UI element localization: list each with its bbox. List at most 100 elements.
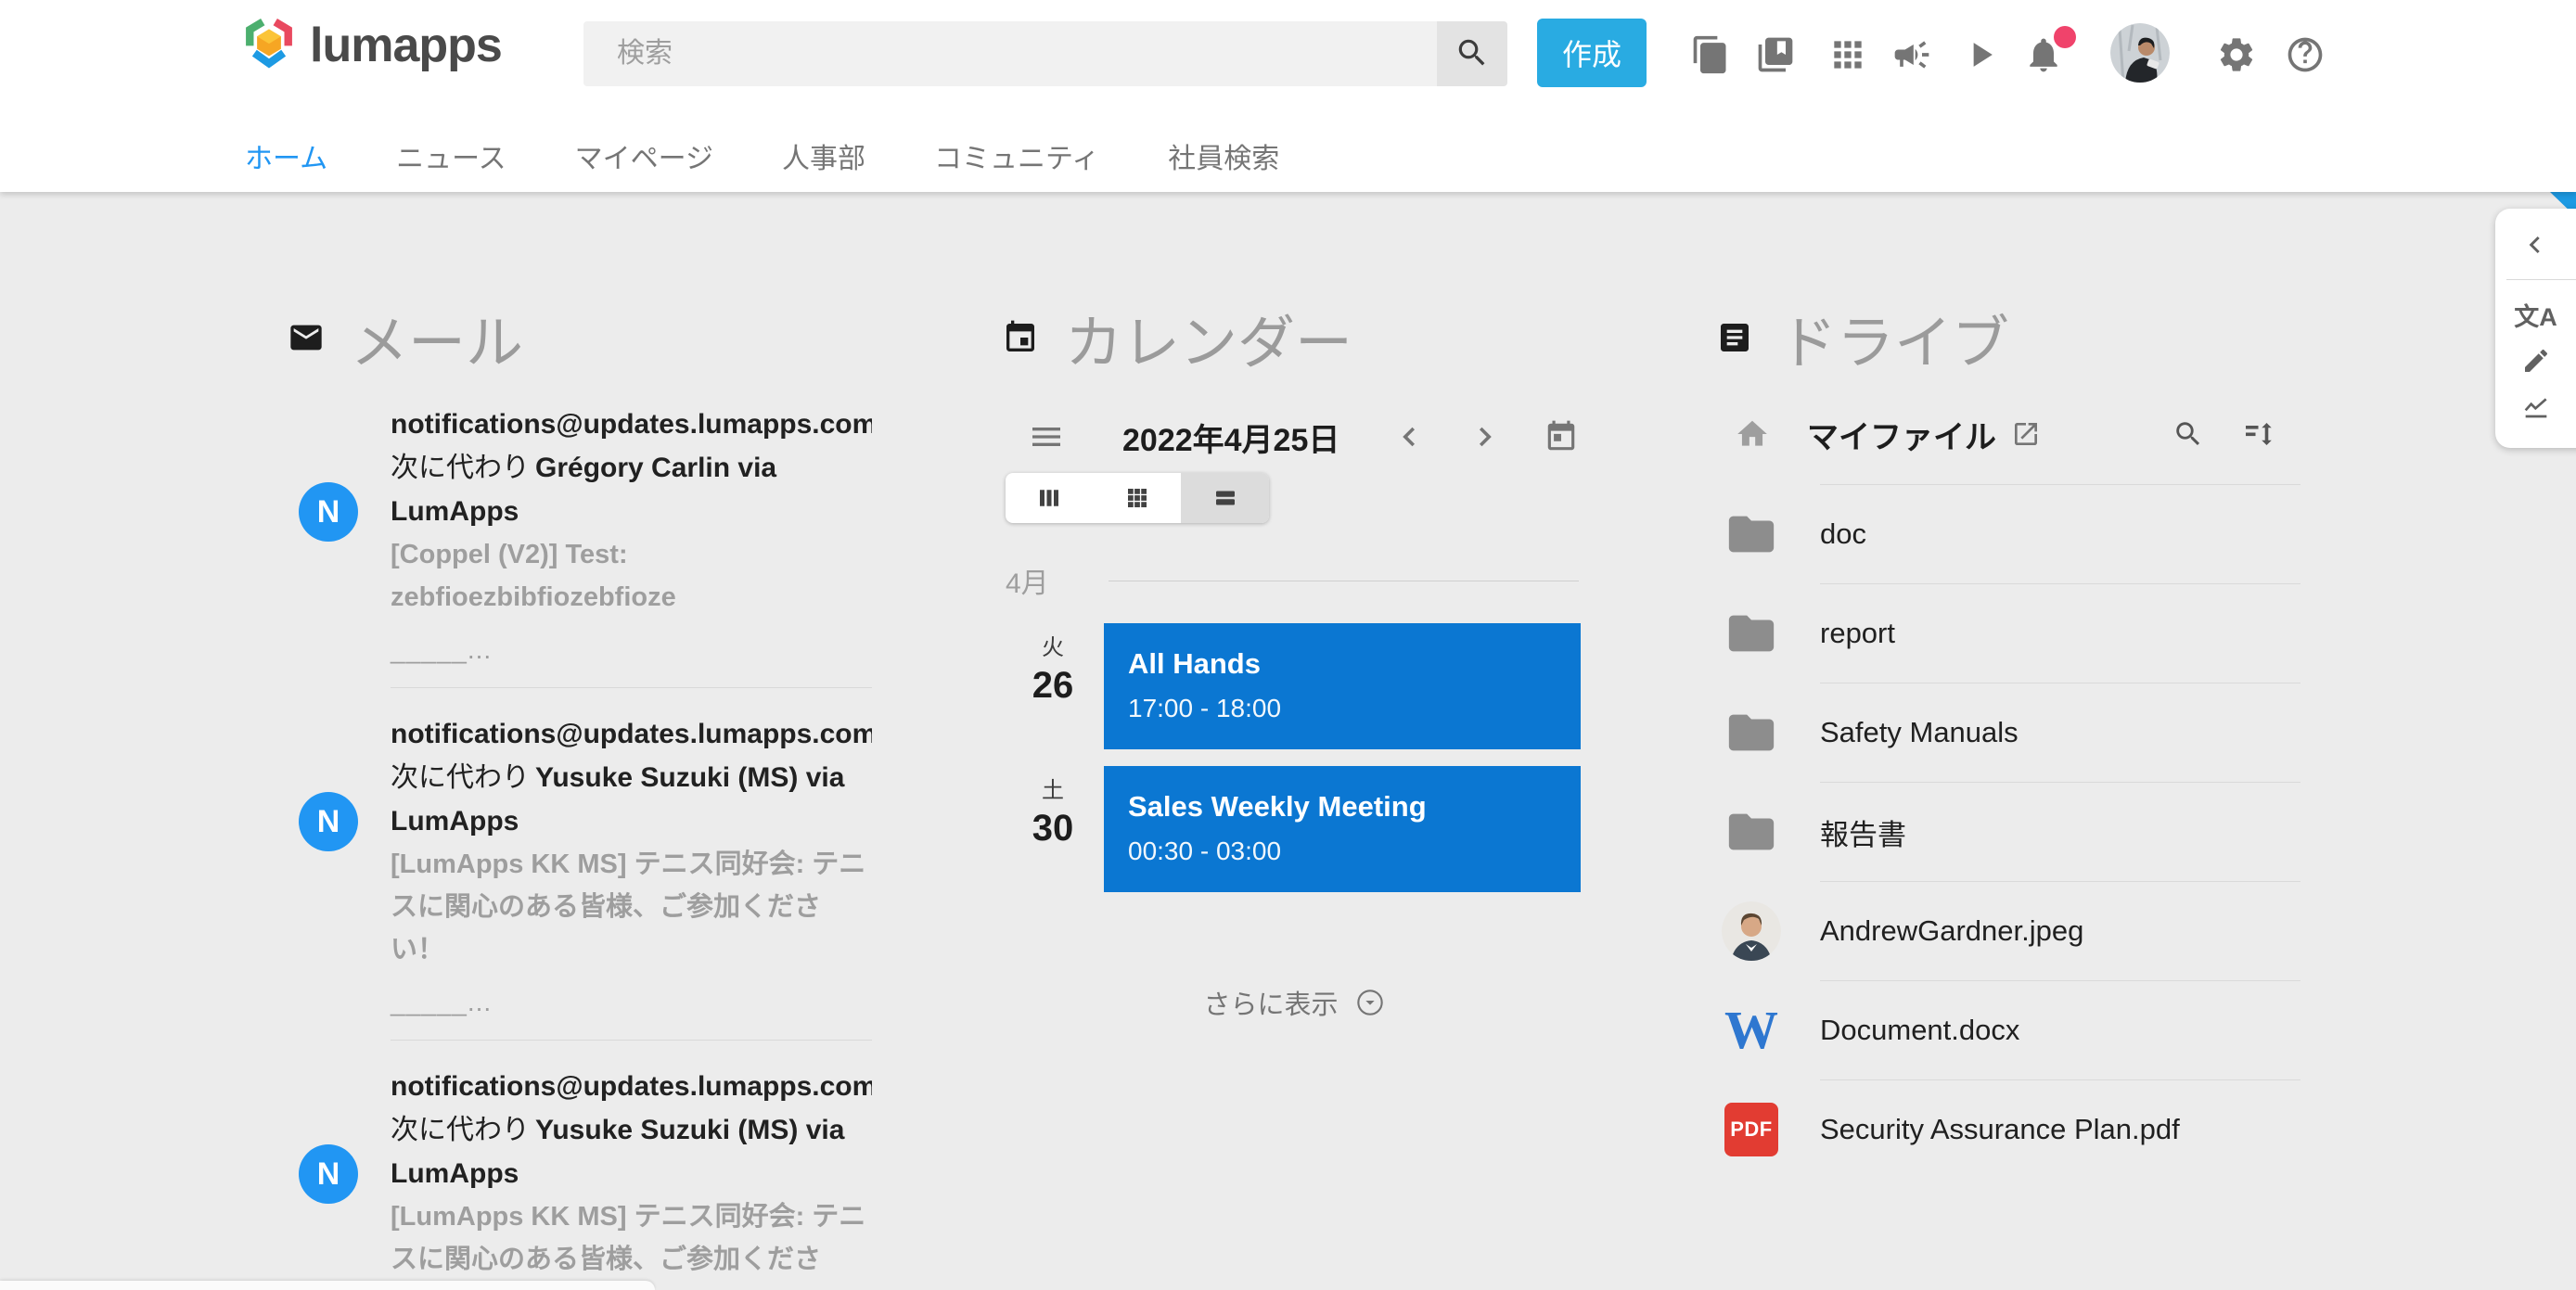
user-avatar[interactable] [2110, 23, 2170, 83]
mail-list-item[interactable]: N notifications@updates.lumapps.com 次に代わ… [288, 402, 872, 665]
word-file-icon: W [1722, 1001, 1781, 1060]
mail-list: N notifications@updates.lumapps.com 次に代わ… [288, 402, 872, 1290]
collapse-chevron-left-icon[interactable] [2495, 222, 2576, 268]
notification-badge [2054, 26, 2076, 48]
lumapps-logo[interactable]: lumapps [243, 15, 502, 75]
settings-gear-icon[interactable] [2215, 33, 2258, 76]
month-label: 4月 [1006, 560, 1049, 601]
create-button[interactable]: 作成 [1537, 19, 1647, 87]
folder-name: 報告書 [1820, 811, 1906, 853]
image-thumbnail [1722, 901, 1781, 961]
calendar-widget-header: カレンダー [1002, 304, 1586, 371]
side-toolbar: 文A [2495, 209, 2576, 448]
view-month-button[interactable] [1094, 473, 1182, 523]
lumapps-home-page: lumapps 作成 [0, 0, 2576, 1290]
mail-list-item[interactable]: N notifications@updates.lumapps.com 次に代わ… [288, 1065, 872, 1290]
top-header: lumapps 作成 [0, 0, 2576, 192]
folder-icon [1722, 802, 1781, 862]
calendar-event[interactable]: All Hands 17:00 - 18:00 [1104, 623, 1581, 749]
calendar-icon [1002, 319, 1039, 356]
sort-icon[interactable] [2243, 417, 2276, 451]
calendar-current-date: 2022年4月25日 [1122, 415, 1339, 460]
sender-name: 次に代わりYusuke Suzuki (MS) via LumApps [391, 756, 872, 843]
play-icon[interactable] [1959, 33, 2002, 76]
nav-tab-mypage[interactable]: マイページ [575, 135, 713, 176]
mail-snippet: _____... [391, 988, 872, 1017]
drive-folder-row[interactable]: Safety Manuals [1716, 683, 2300, 782]
nav-tab-news[interactable]: ニュース [396, 135, 506, 176]
pdf-file-icon: PDF [1722, 1100, 1781, 1159]
nav-tab-community[interactable]: コミュニティ [934, 135, 1099, 176]
divider [391, 1040, 872, 1041]
calendar-event[interactable]: Sales Weekly Meeting 00:30 - 03:00 [1104, 766, 1581, 892]
nav-tab-hr[interactable]: 人事部 [782, 135, 865, 176]
sender-name: 次に代わりGrégory Carlin via LumApps [391, 446, 872, 533]
folder-name: Safety Manuals [1820, 716, 2019, 749]
sender-email: notifications@updates.lumapps.com [391, 1065, 872, 1108]
home-icon[interactable] [1735, 416, 1770, 452]
mail-snippet: _____... [391, 635, 872, 665]
folder-name: report [1820, 617, 1895, 650]
calendar-day-label: 火 26 [1002, 623, 1104, 749]
sender-avatar: N [299, 1144, 358, 1204]
drive-widget-header: ドライブ [1716, 304, 2300, 371]
global-search [583, 21, 1507, 86]
date-picker-icon[interactable] [1544, 419, 1579, 454]
folder-icon [1722, 505, 1781, 564]
mail-item-body: notifications@updates.lumapps.com 次に代わりY… [391, 1065, 872, 1290]
mail-subject: [LumApps KK MS] テニス同好会: テニスに関心のある皆様、ご参加く… [391, 843, 872, 971]
search-button[interactable] [1437, 21, 1507, 86]
file-name: Security Assurance Plan.pdf [1820, 1113, 2180, 1146]
open-in-new-icon[interactable] [2011, 419, 2041, 449]
sender-avatar: N [299, 482, 358, 542]
mail-widget-title: メール [351, 296, 523, 379]
drive-folder-row[interactable]: doc [1716, 485, 2300, 583]
main-navigation: ホーム ニュース マイページ 人事部 コミュニティ 社員検索 [245, 135, 1279, 176]
calendar-day-row: 土 30 Sales Weekly Meeting 00:30 - 03:00 [1002, 766, 1586, 892]
drive-search-icon[interactable] [2172, 418, 2204, 450]
library-bookmark-icon[interactable] [1754, 33, 1797, 76]
drive-file-row[interactable]: PDF Security Assurance Plan.pdf [1716, 1080, 2300, 1179]
calendar-widget: カレンダー 2022年4月25日 [1002, 192, 1586, 1022]
drive-document-icon [1716, 319, 1753, 356]
mail-item-body: notifications@updates.lumapps.com 次に代わりG… [391, 402, 872, 665]
edit-pencil-icon[interactable] [2495, 338, 2576, 384]
horizontal-scrollbar[interactable] [0, 1281, 655, 1290]
drive-folder-row[interactable]: report [1716, 584, 2300, 683]
file-name: AndrewGardner.jpeg [1820, 914, 2083, 948]
view-agenda-button[interactable] [1181, 473, 1269, 523]
megaphone-icon[interactable] [1890, 33, 1933, 76]
lumapps-logo-text: lumapps [310, 18, 502, 73]
view-week-button[interactable] [1006, 473, 1094, 523]
apps-grid-icon[interactable] [1826, 33, 1869, 76]
nav-tab-home[interactable]: ホーム [245, 135, 327, 176]
chevron-right-icon[interactable] [1467, 420, 1501, 453]
event-title: Sales Weekly Meeting [1128, 790, 1581, 824]
menu-hamburger-icon[interactable] [1028, 418, 1065, 455]
calendar-day-row: 火 26 All Hands 17:00 - 18:00 [1002, 623, 1586, 749]
help-icon[interactable] [2284, 33, 2326, 76]
notifications-bell-icon[interactable] [2022, 33, 2065, 76]
folder-icon [1722, 703, 1781, 762]
event-time: 00:30 - 03:00 [1128, 837, 1581, 866]
mail-list-item[interactable]: N notifications@updates.lumapps.com 次に代わ… [288, 712, 872, 1017]
event-title: All Hands [1128, 647, 1581, 681]
dashboard-content: メール N notifications@updates.lumapps.com … [0, 192, 2576, 1290]
translate-icon[interactable]: 文A [2495, 291, 2576, 338]
chevron-left-icon[interactable] [1393, 420, 1427, 453]
sender-email: notifications@updates.lumapps.com [391, 712, 872, 756]
sender-avatar: N [299, 792, 358, 851]
show-more-button[interactable]: さらに表示 [1002, 983, 1586, 1022]
folder-icon [1722, 604, 1781, 663]
search-input[interactable] [583, 21, 1437, 86]
search-icon [1455, 35, 1490, 73]
pages-icon[interactable] [1689, 33, 1732, 76]
drive-folder-row[interactable]: 報告書 [1716, 783, 2300, 881]
mail-subject: [Coppel (V2)] Test: zebfioezbibfiozebfio… [391, 533, 872, 619]
analytics-chart-icon[interactable] [2495, 384, 2576, 430]
mail-widget: メール N notifications@updates.lumapps.com … [288, 192, 872, 1290]
drive-file-row[interactable]: AndrewGardner.jpeg [1716, 882, 2300, 980]
calendar-toolbar: 2022年4月25日 [1002, 410, 1586, 464]
nav-tab-employee-search[interactable]: 社員検索 [1168, 135, 1279, 176]
drive-file-row[interactable]: W Document.docx [1716, 981, 2300, 1079]
